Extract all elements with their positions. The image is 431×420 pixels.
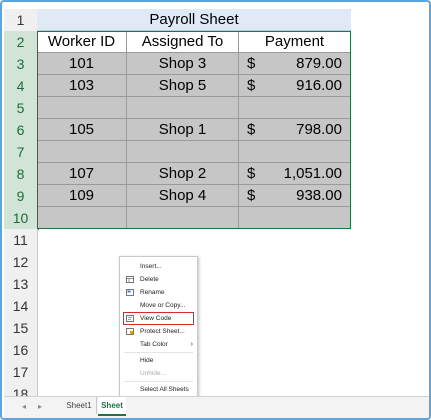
cell-assigned-to[interactable]: Shop 5 [127,75,239,97]
payment-amount: 798.00 [296,121,342,138]
row-header-7[interactable]: 7 [4,141,39,164]
payment-amount: 938.00 [296,187,342,204]
row-header-1[interactable]: 1 [4,9,38,32]
currency-symbol: $ [247,187,256,204]
cell-payment[interactable]: $916.00 [239,75,351,97]
menu-rename[interactable]: Rename [120,286,197,299]
menu-tab-color[interactable]: Tab Color › [120,338,197,351]
header-payment[interactable]: Payment [239,31,351,53]
menu-tab-color-label: Tab Color [140,341,168,348]
menu-hide-label: Hide [140,357,154,364]
row-header-2[interactable]: 2 [4,31,39,54]
cell-assigned-to[interactable] [127,141,239,163]
row-header-14[interactable]: 14 [4,295,38,318]
menu-protect-sheet-label: Protect Sheet... [140,328,185,335]
row-header-18[interactable]: 18 [4,383,38,397]
menu-insert[interactable]: Insert... [120,260,197,273]
spreadsheet-window: 1 2 3 4 5 6 7 8 9 10 11 12 13 14 15 16 1… [0,0,431,420]
tab-active-sheet[interactable]: Sheet [98,397,126,416]
cell-worker-id[interactable]: 103 [37,75,127,97]
menu-move-copy-label: Move or Copy... [140,302,186,309]
row-header-17[interactable]: 17 [4,361,38,384]
payment-amount: 879.00 [296,55,342,72]
cell-payment[interactable] [239,141,351,163]
currency-symbol: $ [247,77,256,94]
menu-rename-label: Rename [140,289,165,296]
menu-select-all-sheets-label: Select All Sheets [140,386,189,393]
menu-delete[interactable]: Delete [120,273,197,286]
tab-sheet1[interactable]: Sheet1 [62,397,97,414]
header-worker-id[interactable]: Worker ID [37,31,127,53]
menu-view-code[interactable]: View Code [123,312,194,325]
row-header-16[interactable]: 16 [4,339,38,362]
row-header-15[interactable]: 15 [4,317,38,340]
cell-payment[interactable] [239,207,351,229]
row-header-4[interactable]: 4 [4,75,39,98]
cell-assigned-to[interactable]: Shop 2 [127,163,239,185]
row-header-11[interactable]: 11 [4,229,38,252]
cell-worker-id[interactable]: 101 [37,53,127,75]
cell-payment[interactable]: $938.00 [239,185,351,207]
cell-payment[interactable] [239,97,351,119]
currency-symbol: $ [247,55,256,72]
row-header-3[interactable]: 3 [4,53,39,76]
view-code-icon [126,315,134,322]
cell-worker-id[interactable]: 105 [37,119,127,141]
currency-symbol: $ [247,165,256,182]
protect-sheet-icon [126,328,134,335]
menu-delete-label: Delete [140,276,159,283]
menu-separator [124,381,193,382]
rename-icon [126,289,134,296]
menu-select-all-sheets[interactable]: Select All Sheets [120,383,197,396]
cell-worker-id[interactable]: 107 [37,163,127,185]
submenu-arrow-icon: › [190,341,193,348]
row-header-5[interactable]: 5 [4,97,39,120]
scroll-right-icon[interactable]: ▸ [38,402,42,411]
menu-view-code-label: View Code [140,315,172,322]
menu-separator [124,352,193,353]
cell-assigned-to[interactable] [127,97,239,119]
cell-payment[interactable]: $879.00 [239,53,351,75]
row-header-13[interactable]: 13 [4,273,38,296]
cell-assigned-to[interactable]: Shop 1 [127,119,239,141]
payment-amount: 1,051.00 [283,165,342,182]
currency-symbol: $ [247,121,256,138]
table-title[interactable]: Payroll Sheet [37,9,351,31]
header-assigned-to[interactable]: Assigned To [127,31,239,53]
row-header-10[interactable]: 10 [4,207,39,230]
menu-unhide-label: Unhide... [140,370,167,377]
sheet-context-menu: Insert... Delete Rename Move or Copy... … [119,256,198,413]
scroll-left-icon[interactable]: ◂ [22,402,26,411]
cell-worker-id[interactable] [37,141,127,163]
menu-insert-label: Insert... [140,263,162,270]
row-header-8[interactable]: 8 [4,163,39,186]
payment-amount: 916.00 [296,77,342,94]
cell-payment[interactable]: $1,051.00 [239,163,351,185]
cell-assigned-to[interactable] [127,207,239,229]
cell-worker-id[interactable] [37,97,127,119]
cell-worker-id[interactable]: 109 [37,185,127,207]
menu-hide[interactable]: Hide [120,354,197,367]
row-header-9[interactable]: 9 [4,185,39,208]
delete-sheet-icon [126,276,134,283]
menu-move-copy[interactable]: Move or Copy... [120,299,197,312]
cell-worker-id[interactable] [37,207,127,229]
row-header-12[interactable]: 12 [4,251,38,274]
cell-payment[interactable]: $798.00 [239,119,351,141]
cell-assigned-to[interactable]: Shop 4 [127,185,239,207]
menu-protect-sheet[interactable]: Protect Sheet... [120,325,197,338]
cell-assigned-to[interactable]: Shop 3 [127,53,239,75]
menu-unhide: Unhide... [120,367,197,380]
sheet-tab-bar: ◂ ▸ Sheet1 Sheet [4,396,429,418]
row-header-6[interactable]: 6 [4,119,39,142]
